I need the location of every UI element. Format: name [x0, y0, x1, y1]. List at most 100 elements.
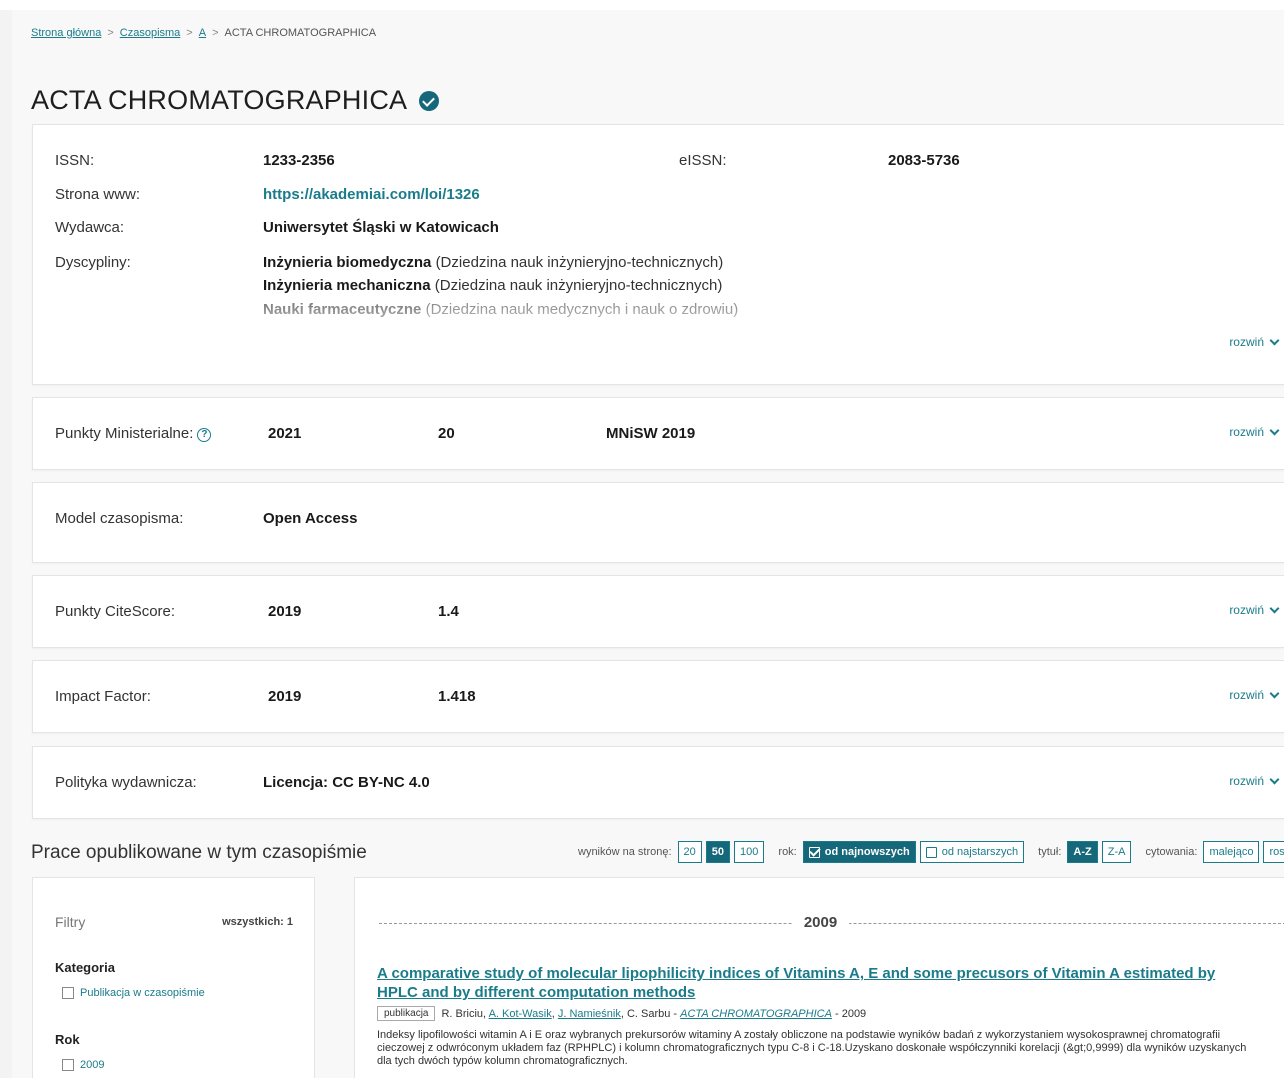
checkbox-empty-icon	[925, 846, 937, 858]
verified-check-icon	[419, 90, 440, 111]
ministry-label: Punkty Ministerialne:?	[55, 425, 212, 442]
expand-citescore-button[interactable]: rozwiń	[1229, 603, 1280, 617]
chevron-down-icon	[1269, 688, 1280, 698]
sort-newest-label: od najnowszych	[824, 846, 910, 858]
per-page-20-button[interactable]: 20	[677, 841, 702, 863]
filter-item-label: Publikacja w czasopiśmie	[80, 987, 205, 999]
expand-label: rozwiń	[1229, 774, 1264, 788]
sort-az-button[interactable]: A-Z	[1067, 841, 1098, 863]
policy-label: Polityka wydawnicza:	[55, 774, 197, 791]
publications-title: Prace opublikowane w tym czasopiśmie	[31, 842, 367, 863]
ministry-year: 2021	[268, 425, 302, 442]
per-page-100-button[interactable]: 100	[734, 841, 765, 863]
expand-label: rozwiń	[1229, 688, 1264, 702]
author-link[interactable]: J. Namieśnik	[558, 1008, 621, 1020]
sort-oldest-button[interactable]: od najstarszych	[919, 841, 1025, 863]
citescore-card: Punkty CiteScore: 2019 1.4 rozwiń	[32, 575, 1284, 648]
www-link[interactable]: https://akademiai.com/loi/1326	[263, 186, 480, 203]
citescore-label: Punkty CiteScore:	[55, 603, 176, 620]
expand-disciplines-button[interactable]: rozwiń	[1229, 335, 1280, 349]
filter-year-heading: Rok	[55, 1032, 80, 1047]
filters-panel: Filtry wszystkich: 1 Kategoria Publikacj…	[32, 877, 315, 1078]
ministry-label-text: Punkty Ministerialne:	[55, 425, 194, 442]
publisher-value: Uniwersytet Śląski w Katowicach	[263, 219, 499, 236]
publishing-policy-card: Polityka wydawnicza: Licencja: CC BY-NC …	[32, 746, 1284, 819]
sort-citations-asc-button[interactable]: rosnąco	[1263, 841, 1284, 863]
discipline-domain: (Dziedzina nauk inżynieryjno-technicznyc…	[434, 277, 723, 294]
publication-title-link[interactable]: A comparative study of molecular lipophi…	[377, 964, 1257, 1002]
eissn-label: eISSN:	[679, 152, 727, 169]
citescore-value: 1.4	[438, 603, 459, 620]
eissn-value: 2083-5736	[888, 152, 960, 169]
publication-meta: publikacja R. Briciu, A. Kot-Wasik, J. N…	[377, 1006, 866, 1021]
per-page-50-button[interactable]: 50	[705, 841, 731, 863]
breadcrumb-separator: >	[212, 27, 219, 39]
chevron-down-icon	[1269, 425, 1280, 435]
impact-year: 2019	[268, 688, 302, 705]
page: Strona główna > Czasopisma > A > ACTA CHROMATO…	[0, 0, 1284, 1078]
breadcrumb-separator: >	[107, 27, 114, 39]
chevron-down-icon	[1269, 335, 1280, 345]
page-title: ACTA CHROMATOGRAPHICA	[31, 85, 440, 116]
citescore-year: 2019	[268, 603, 302, 620]
issn-value: 1233-2356	[263, 152, 335, 169]
expand-impact-button[interactable]: rozwiń	[1229, 688, 1280, 702]
sort-za-button[interactable]: Z-A	[1101, 841, 1132, 863]
content-area: Strona główna > Czasopisma > A > ACTA CHROMATO…	[12, 10, 1284, 1078]
publication-year: - 2009	[834, 1007, 867, 1020]
ministry-points: 20	[438, 425, 455, 442]
author-name: R. Briciu,	[441, 1007, 487, 1020]
discipline-item: Inżynieria biomedyczna (Dziedzina nauk i…	[263, 254, 723, 271]
filter-category-journal-publication[interactable]: Publikacja w czasopiśmie	[62, 987, 205, 999]
impact-label: Impact Factor:	[55, 688, 151, 705]
checkbox-checked-icon	[808, 846, 820, 858]
publication-abstract: Indeksy lipofilowości witamin A i E oraz…	[377, 1029, 1247, 1067]
expand-label: rozwiń	[1229, 335, 1264, 349]
title-sort-label: tytuł:	[1038, 846, 1062, 858]
disciplines-fade	[33, 305, 1284, 345]
breadcrumb-letter-link[interactable]: A	[199, 27, 206, 39]
checkbox[interactable]	[62, 987, 74, 999]
page-title-text: ACTA CHROMATOGRAPHICA	[31, 85, 408, 115]
author-name: , C. Sarbu -	[620, 1007, 678, 1020]
publisher-label: Wydawca:	[55, 219, 125, 236]
filters-count: wszystkich: 1	[222, 916, 293, 928]
results-panel: 2009 A comparative study of molecular li…	[354, 877, 1284, 1078]
discipline-domain: (Dziedzina nauk inżynieryjno-technicznyc…	[435, 254, 724, 271]
expand-ministry-button[interactable]: rozwiń	[1229, 425, 1280, 439]
sort-controls: wyników na stronę: 20 50 100 rok: od naj…	[578, 841, 1284, 863]
www-label: Strona www:	[55, 186, 141, 203]
breadcrumb-separator: >	[186, 27, 193, 39]
breadcrumb-home-link[interactable]: Strona główna	[31, 27, 101, 39]
filter-year-2009[interactable]: 2009	[62, 1059, 104, 1071]
checkbox[interactable]	[62, 1059, 74, 1071]
top-bar	[0, 0, 1284, 10]
chevron-down-icon	[1269, 774, 1280, 784]
policy-value: Licencja: CC BY-NC 4.0	[263, 774, 430, 791]
ministry-source: MNiSW 2019	[606, 425, 696, 442]
journal-model-card: Model czasopisma: Open Access	[32, 482, 1284, 563]
author-separator: ,	[551, 1007, 555, 1020]
sort-newest-button[interactable]: od najnowszych	[802, 841, 916, 863]
publication-type-badge: publikacja	[377, 1006, 436, 1021]
journal-link[interactable]: ACTA CHROMATOGRAPHICA	[680, 1008, 832, 1020]
help-icon[interactable]: ?	[197, 427, 212, 442]
discipline-item: Inżynieria mechaniczna (Dziedzina nauk i…	[263, 277, 722, 294]
breadcrumb: Strona główna > Czasopisma > A > ACTA CHROMATO…	[31, 27, 376, 39]
discipline-name: Inżynieria mechaniczna	[263, 277, 431, 294]
impact-factor-card: Impact Factor: 2019 1.418 rozwiń	[32, 660, 1284, 733]
citations-sort-label: cytowania:	[1145, 846, 1198, 858]
expand-label: rozwiń	[1229, 425, 1264, 439]
breadcrumb-journals-link[interactable]: Czasopisma	[120, 27, 181, 39]
author-link[interactable]: A. Kot-Wasik	[489, 1008, 552, 1020]
filter-item-label: 2009	[80, 1059, 105, 1071]
breadcrumb-current: ACTA CHROMATOGRAPHICA	[224, 27, 377, 39]
expand-policy-button[interactable]: rozwiń	[1229, 774, 1280, 788]
issn-label: ISSN:	[55, 152, 95, 169]
sort-citations-desc-button[interactable]: malejąco	[1203, 841, 1260, 863]
filter-category-heading: Kategoria	[55, 960, 115, 975]
discipline-name: Inżynieria biomedyczna	[263, 254, 432, 271]
chevron-down-icon	[1269, 603, 1280, 613]
year-heading: 2009	[791, 914, 850, 931]
journal-info-card: ISSN: 1233-2356 eISSN: 2083-5736 Strona …	[32, 124, 1284, 385]
